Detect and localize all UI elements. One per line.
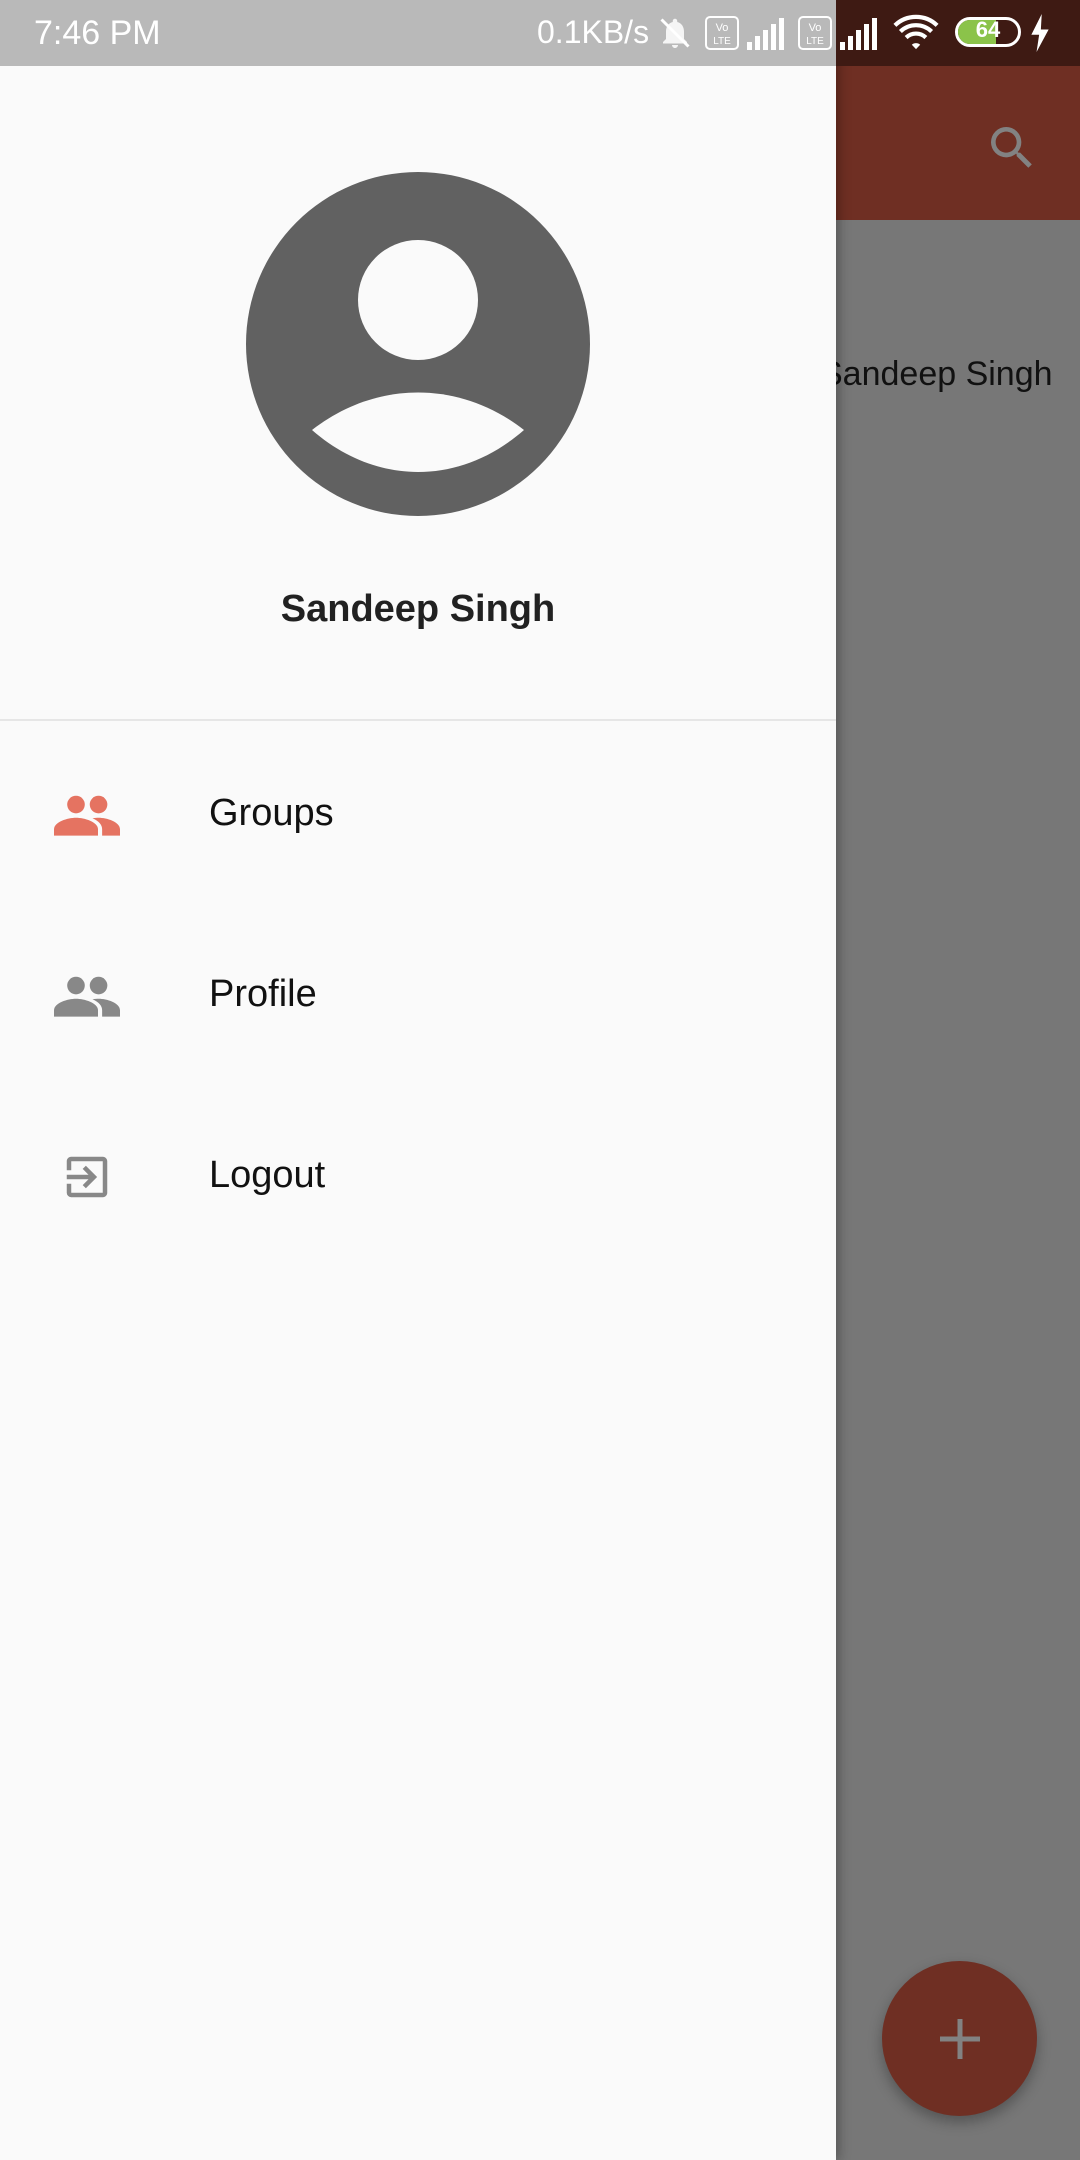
group-icon bbox=[54, 966, 120, 1026]
wifi-icon bbox=[893, 14, 939, 50]
network-speed: 0.1KB/s bbox=[537, 14, 650, 50]
menu-item-label: Groups bbox=[209, 792, 334, 834]
user-name: Sandeep Singh bbox=[280, 588, 556, 630]
volte-icon: Vo LTE bbox=[798, 16, 832, 50]
svg-text:Vo: Vo bbox=[809, 22, 822, 34]
signal-icon bbox=[840, 18, 877, 50]
menu-item-label: Logout bbox=[209, 1154, 326, 1196]
group-icon bbox=[54, 785, 120, 845]
drawer-header: Sandeep Singh bbox=[0, 66, 836, 720]
mute-icon bbox=[660, 18, 690, 48]
menu-item-groups[interactable]: Groups bbox=[0, 740, 836, 890]
charging-icon bbox=[1031, 14, 1049, 52]
screen: Sandeep Singh Sandeep Singh Groups Profi… bbox=[0, 0, 1080, 2160]
svg-text:LTE: LTE bbox=[806, 36, 824, 47]
drawer-divider bbox=[0, 719, 836, 721]
status-time: 7:46 PM bbox=[34, 14, 161, 52]
battery-icon: 64 bbox=[955, 17, 1021, 47]
signal-icon bbox=[747, 18, 784, 50]
svg-text:LTE: LTE bbox=[713, 36, 731, 47]
svg-text:Vo: Vo bbox=[716, 22, 729, 34]
battery-level: 64 bbox=[975, 17, 1001, 42]
status-bar: 7:46 PM 0.1KB/s Vo LTE Vo LTE 64 bbox=[0, 0, 1080, 66]
volte-icon: Vo LTE bbox=[705, 16, 739, 50]
menu-item-logout[interactable]: Logout bbox=[0, 1102, 836, 1252]
menu-item-profile[interactable]: Profile bbox=[0, 921, 836, 1071]
navigation-drawer: Sandeep Singh Groups Profile Logout bbox=[0, 0, 836, 2160]
avatar-icon[interactable] bbox=[246, 172, 590, 516]
menu-item-label: Profile bbox=[209, 973, 317, 1015]
logout-icon bbox=[54, 1147, 120, 1207]
